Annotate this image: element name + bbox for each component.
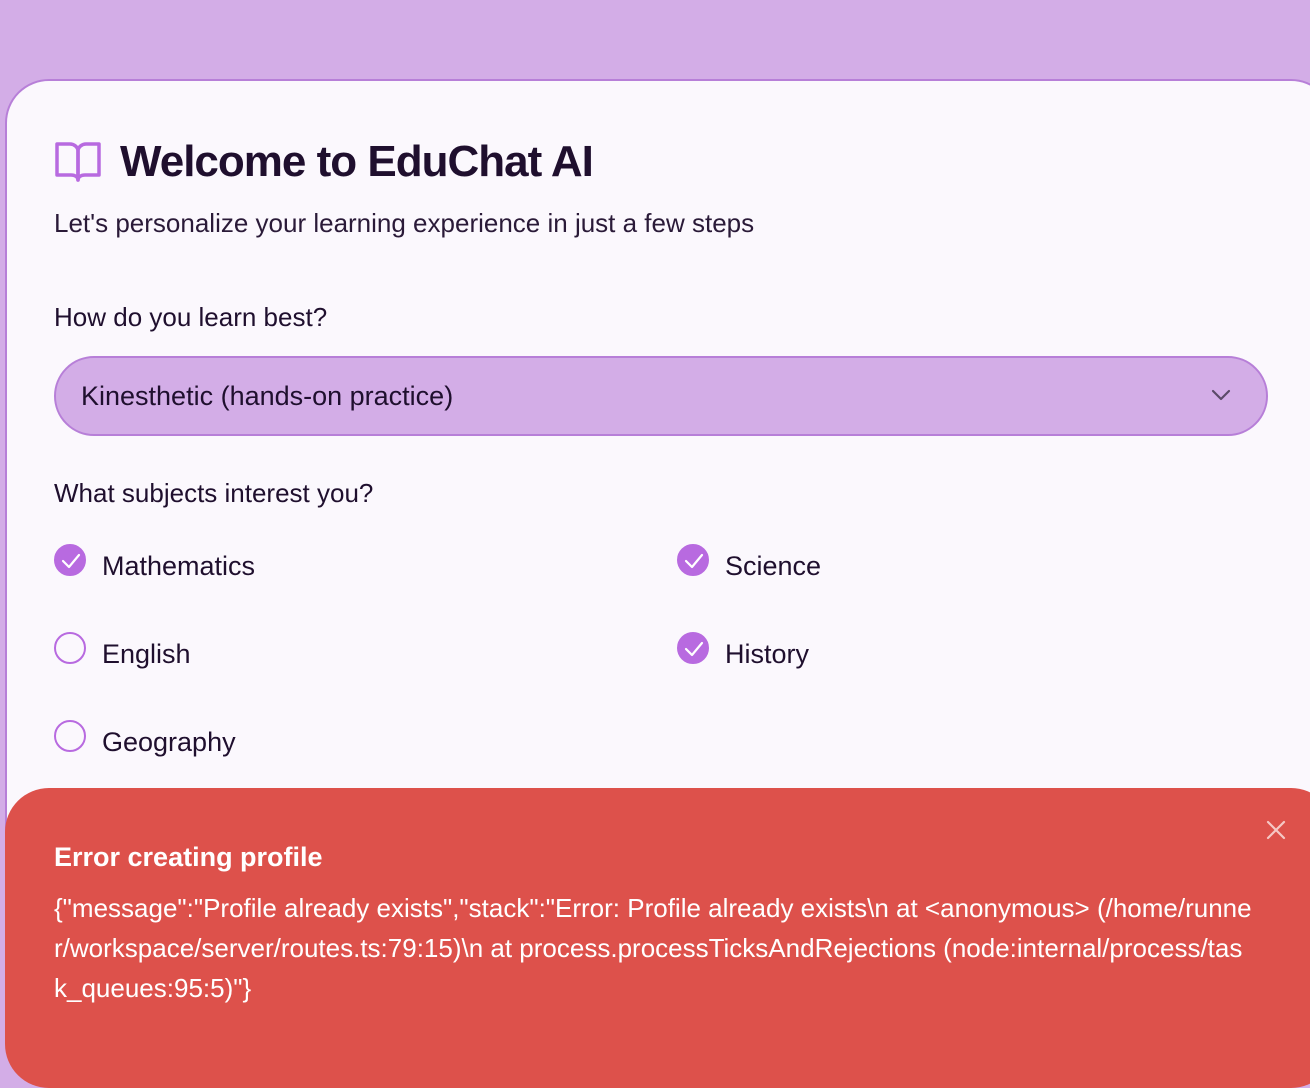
subject-option-history[interactable]: History (677, 632, 810, 670)
error-toast: Error creating profile {"message":"Profi… (5, 788, 1310, 1088)
learning-style-value: Kinesthetic (hands-on practice) (81, 380, 454, 411)
subject-label: English (102, 638, 191, 669)
book-open-icon (55, 142, 101, 182)
header: Welcome to EduChat AI (54, 137, 594, 187)
page-title: Welcome to EduChat AI (120, 137, 594, 186)
checkbox-checked-icon[interactable] (677, 632, 709, 664)
close-icon[interactable] (1264, 818, 1288, 842)
toast-message: {"message":"Profile already exists","sta… (54, 893, 1252, 1003)
subject-option-science[interactable]: Science (677, 544, 822, 582)
checkbox-unchecked-icon[interactable] (54, 720, 86, 752)
subject-label: History (725, 638, 810, 669)
subject-option-english[interactable]: English (54, 632, 191, 670)
checkbox-checked-icon[interactable] (54, 544, 86, 576)
subject-label: Science (725, 550, 822, 581)
subject-label: Geography (102, 726, 236, 757)
checkbox-checked-icon[interactable] (677, 544, 709, 576)
toast-title: Error creating profile (54, 842, 323, 872)
checkbox-unchecked-icon[interactable] (54, 632, 86, 664)
learning-style-select[interactable]: Kinesthetic (hands-on practice) (54, 356, 1268, 436)
subject-label: Mathematics (102, 550, 256, 581)
subject-option-geography[interactable]: Geography (54, 720, 236, 758)
learning-style-label: How do you learn best? (54, 302, 328, 332)
chevron-down-icon (1211, 389, 1231, 401)
subjects-label: What subjects interest you? (54, 478, 374, 508)
subject-option-mathematics[interactable]: Mathematics (54, 544, 256, 582)
page-subtitle: Let's personalize your learning experien… (54, 208, 755, 238)
